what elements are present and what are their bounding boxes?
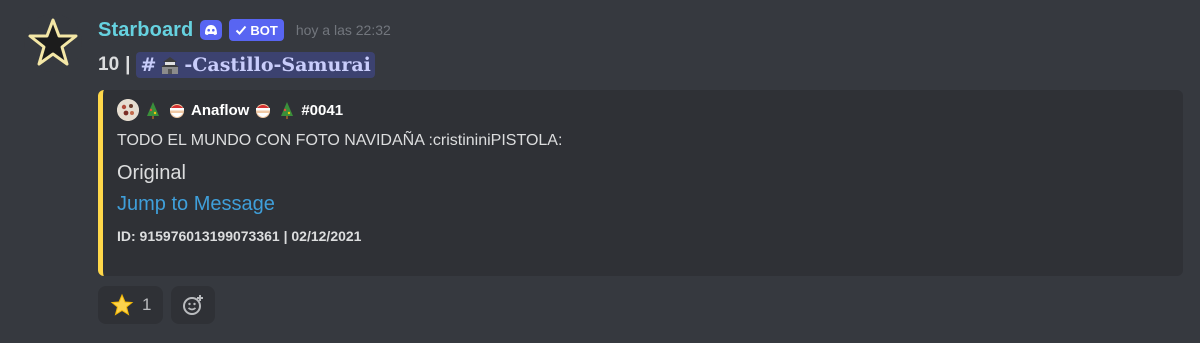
verified-check-icon [236,25,247,35]
message-header: Starboard BOT hoy a las 22:32 [98,14,1184,46]
santa-emoji-icon [253,100,273,120]
jump-to-message-link[interactable]: Jump to Message [117,193,275,216]
separator: | [125,54,131,75]
message-text: 10 | # -Castillo-Samurai [98,48,1184,82]
username[interactable]: Starboard [98,19,193,42]
bot-tag: BOT [229,19,284,41]
bot-tag-label: BOT [250,22,278,38]
timestamp[interactable]: hoy a las 22:32 [296,22,391,38]
embed-footer: ID: 915976013199073361 | 02/12/2021 [117,228,362,244]
embed-author: Anaflow #0041 [117,98,1169,122]
channel-hash: # [140,54,157,76]
discord-icon [199,18,223,42]
add-reaction-icon [183,295,204,315]
christmas-tree-emoji-icon [277,100,297,120]
embed-field-value: Original [117,162,186,184]
add-reaction-button[interactable] [171,286,216,324]
castle-emoji-icon [160,55,180,75]
reaction-count: 1 [142,295,152,314]
channel-mention[interactable]: # -Castillo-Samurai [136,52,375,78]
embed-description: TODO EL MUNDO CON FOTO NAVIDAÑA :cristin… [117,132,563,149]
star-emoji-icon [110,293,134,316]
reactions: 1 [98,286,216,324]
message-content: Starboard BOT hoy a las 22:32 10 | # -Ca… [98,14,1184,324]
embed: Anaflow #0041 TODO EL MUNDO CON FOTO NAV… [98,90,1183,276]
reaction-star[interactable]: 1 [98,286,164,324]
embed-author-tag: #0041 [301,101,344,119]
embed-author-name[interactable]: Anaflow [191,102,249,119]
avatar[interactable] [24,14,82,72]
channel-name: -Castillo-Samurai [184,54,371,76]
star-count: 10 [98,54,120,75]
christmas-tree-emoji-icon [143,100,163,120]
star-avatar-icon [28,18,78,66]
embed-author-avatar [117,99,139,121]
santa-emoji-icon [167,100,187,120]
message: Starboard BOT hoy a las 22:32 10 | # -Ca… [0,0,1200,343]
